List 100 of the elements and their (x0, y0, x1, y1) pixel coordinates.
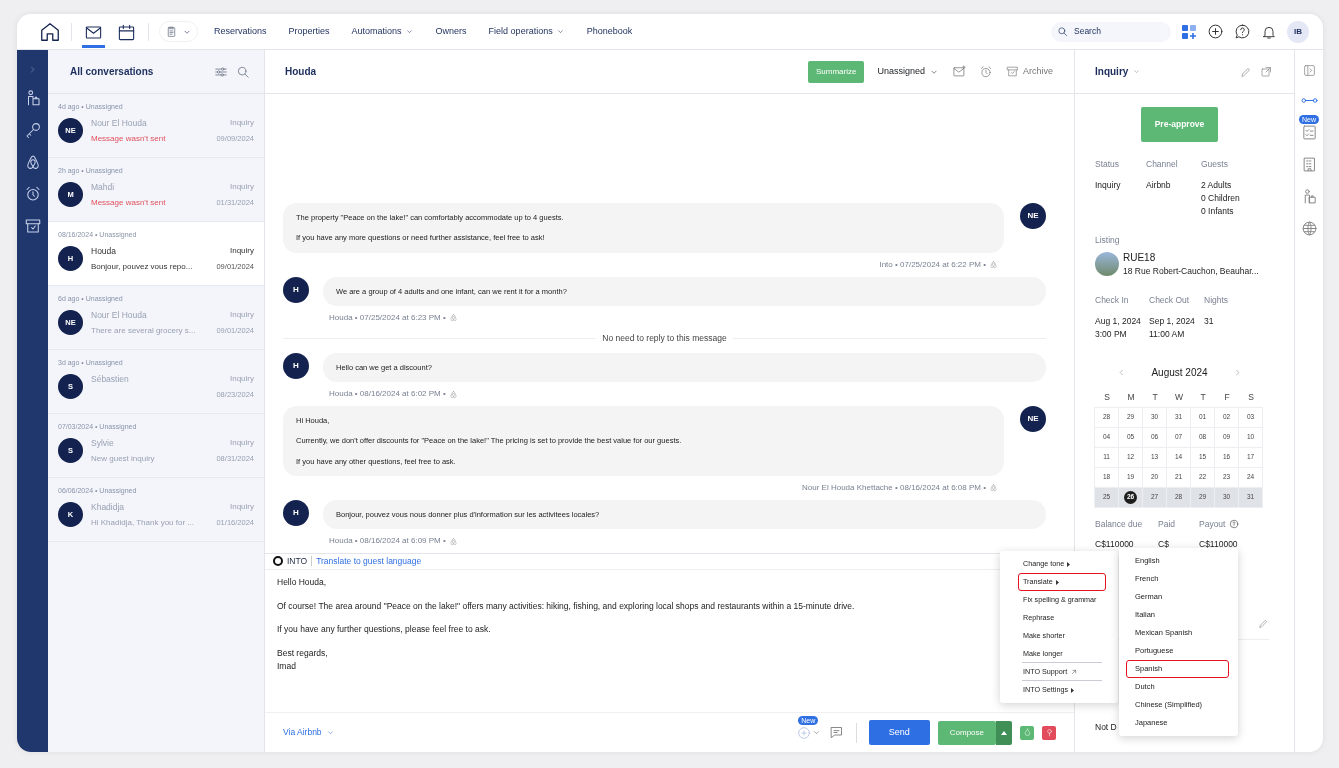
apps-icon[interactable] (1181, 23, 1197, 40)
mail-icon (84, 23, 103, 42)
search-input[interactable]: Search (1072, 24, 1162, 39)
submenu-caret-icon (1067, 561, 1071, 567)
status-label: Inquiry (230, 372, 254, 385)
mail-plus-icon[interactable] (952, 64, 967, 79)
message-meta: Into • 07/25/2024 at 6:22 PM • (879, 258, 998, 271)
airbnb-icon (448, 536, 458, 546)
search-icon[interactable] (236, 64, 250, 79)
avatar: H (283, 352, 309, 379)
chat-icon[interactable] (828, 725, 844, 740)
status-label: Inquiry (230, 500, 254, 513)
status-dropdown[interactable]: Inquiry (1095, 64, 1232, 79)
weekday-label: S (1247, 391, 1255, 405)
message-preview: Message wasn't sent (91, 133, 166, 146)
message-meta: Houda • 08/16/2024 at 6:02 PM • (329, 388, 458, 400)
caret-up-icon (1001, 730, 1007, 735)
avatar: NE (1020, 406, 1046, 432)
status-label: Inquiry (230, 180, 254, 193)
contact-name: Houda (91, 244, 117, 258)
toggle-icon (273, 556, 283, 567)
panel-icon[interactable] (1302, 64, 1316, 77)
globe-icon[interactable] (1300, 220, 1318, 237)
nav-link[interactable]: Owners (429, 24, 473, 39)
field-value: Airbnb (1146, 178, 1172, 192)
contact-name: Mahdi (91, 180, 115, 194)
listing-photo (1095, 252, 1119, 277)
arrow-icon (1070, 668, 1079, 676)
user-avatar[interactable]: IB (1287, 20, 1309, 43)
contact-name: Khadidja (91, 500, 125, 514)
field-label: Payout (1199, 517, 1226, 531)
contact-name: Sylvie (91, 436, 114, 450)
into-toggle[interactable]: INTO (273, 555, 308, 568)
dislike-button[interactable] (1042, 725, 1056, 740)
airbnb-icon (989, 260, 998, 269)
external-link-icon[interactable] (1260, 65, 1272, 78)
field-value: Inquiry (1095, 178, 1122, 192)
compose-menu-button[interactable] (996, 720, 1012, 745)
nav-link[interactable]: Properties (282, 24, 336, 39)
archive-button[interactable]: Archive (1005, 63, 1054, 80)
weekday-label: M (1126, 391, 1136, 405)
field-value: C$ (1158, 537, 1170, 551)
nav-link[interactable]: Reservations (208, 24, 273, 39)
alarm-icon[interactable] (23, 185, 42, 203)
help-icon (1229, 519, 1240, 530)
nav-link[interactable]: Field operations (482, 24, 571, 39)
checklist-icon[interactable] (1300, 124, 1318, 141)
home-icon[interactable] (39, 20, 61, 43)
channel-dropdown[interactable]: Via Airbnb (283, 726, 335, 739)
translate-link[interactable]: Translate to guest language (316, 555, 422, 568)
nav-link[interactable]: Phonebook (580, 24, 639, 39)
calendar-month: August 2024 (1151, 365, 1208, 380)
field-label: Check In (1095, 294, 1130, 307)
message-preview: New guest inquiry (91, 453, 155, 466)
status-label: Inquiry (230, 116, 254, 129)
airbnb-icon (448, 313, 458, 323)
search-field[interactable]: Search (1051, 21, 1171, 42)
airbnb-icon (989, 483, 998, 493)
status-label: Inquiry (230, 244, 254, 257)
field-value: Aug 1, 2024 3:00 PM (1095, 314, 1142, 341)
avatar: NE (1020, 203, 1046, 229)
field-value: 2 Adults 0 Children 0 Infants (1201, 178, 1241, 218)
field-label: Paid (1158, 517, 1175, 531)
weekday-label: W (1174, 391, 1184, 405)
avatar: H (283, 499, 309, 526)
message-preview: Hi Khadidja, Thank you for ... (91, 517, 195, 530)
field-value: 31 (1204, 314, 1215, 328)
field-value: C$110000 (1095, 537, 1135, 551)
assignee-dropdown[interactable]: Unassigned (876, 63, 940, 80)
submenu-caret-icon (1071, 687, 1074, 693)
archive-icon[interactable] (23, 217, 42, 235)
listing-name: RUE18 (1123, 251, 1157, 266)
add-icon[interactable] (1207, 23, 1224, 40)
weekday-label: T (1151, 391, 1159, 405)
conversation-title: Houda (285, 65, 318, 79)
field-label: Guests (1201, 157, 1229, 171)
contact-name: Nour El Houda (91, 308, 147, 322)
listing-label: Listing (1095, 233, 1121, 247)
message-meta: Houda • 08/16/2024 at 6:09 PM • (329, 535, 458, 547)
filter-icon[interactable] (214, 64, 228, 79)
message-preview: There are several grocery s... (91, 325, 196, 338)
field-label: Status (1095, 157, 1121, 171)
contact-name: Nour El Houda (91, 116, 147, 130)
field-label: Check Out (1149, 294, 1191, 307)
note-text: Not D (1095, 721, 1117, 734)
avatar: H (283, 276, 309, 303)
nav-link[interactable]: Automations (345, 24, 420, 39)
chevron-down-icon (555, 27, 565, 36)
chevron-down-icon (1132, 67, 1142, 76)
status-label: Inquiry (230, 308, 254, 321)
help-icon[interactable] (1234, 23, 1251, 40)
like-button[interactable] (1020, 725, 1034, 740)
reply-text: Of course! The area around "Peace on the lake!" offers many activities: hiking, fishing, and exploring local shops and restaurants within a 15-minute drive. (277, 599, 855, 613)
field-label: Nights (1204, 294, 1230, 307)
calendar-icon (117, 23, 136, 42)
message-meta: Nour El Houda Khettache • 08/16/2024 at 6:08 PM • (802, 481, 998, 494)
send-button[interactable]: Send (868, 719, 930, 746)
chevron-down-icon (325, 728, 335, 737)
field-label: Channel (1146, 157, 1179, 171)
chevron-down-icon[interactable] (811, 728, 821, 737)
